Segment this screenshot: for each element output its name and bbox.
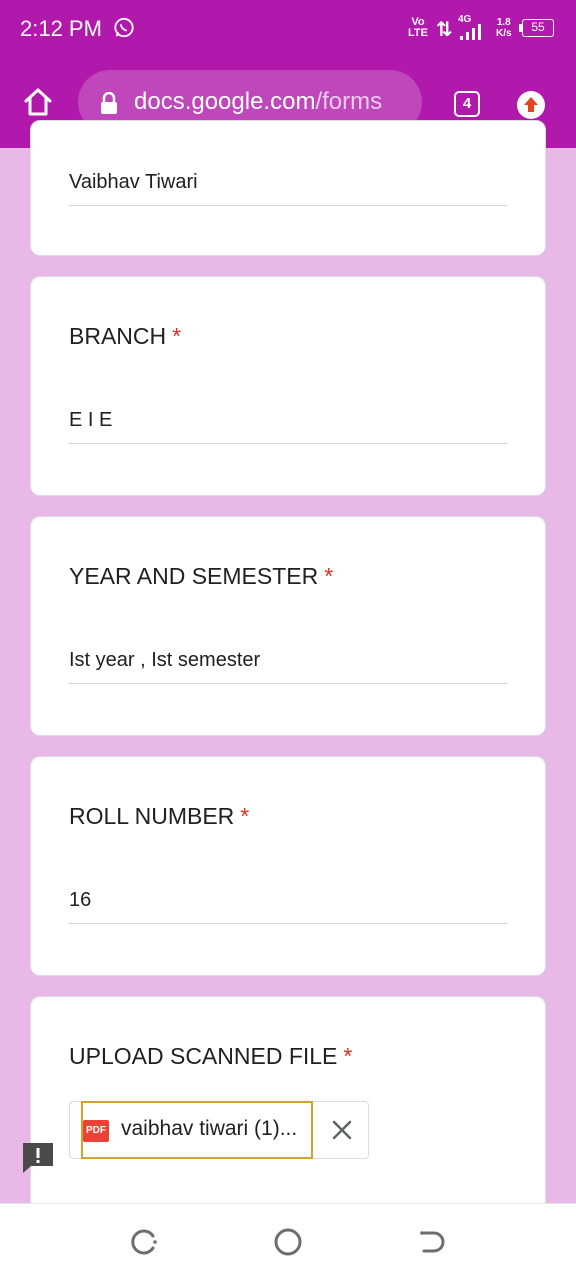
home-icon[interactable] (22, 86, 54, 118)
tab-switcher-button[interactable]: 4 (454, 91, 480, 117)
speed-unit: K/s (496, 28, 512, 39)
upload-label: UPLOAD SCANNED FILE (69, 1043, 338, 1069)
signal-icon (460, 24, 481, 40)
volte-bottom: LTE (408, 27, 428, 39)
update-arrow-icon[interactable] (516, 90, 546, 120)
roll-number-question-card: ROLL NUMBER * 16 (30, 756, 546, 976)
name-answer-text: Vaibhav Tiwari (69, 171, 198, 193)
required-asterisk: * (240, 803, 250, 829)
branch-question-title: BRANCH * (69, 323, 181, 350)
uploaded-file-link[interactable]: PDF vaibhav tiwari (1)... (81, 1101, 313, 1159)
close-icon[interactable] (330, 1118, 354, 1142)
uploaded-file-name: vaibhav tiwari (1)... (121, 1117, 298, 1140)
status-time: 2:12 PM (20, 16, 102, 41)
pdf-icon: PDF (83, 1120, 109, 1142)
upload-question-title: UPLOAD SCANNED FILE * (69, 1043, 352, 1070)
url-host: docs.google.com (134, 88, 316, 115)
name-question-card: Vaibhav Tiwari (30, 120, 546, 256)
branch-answer-text: E I E (69, 409, 113, 431)
uploaded-file-chip: PDF vaibhav tiwari (1)... (69, 1101, 369, 1159)
year-semester-question-card: YEAR AND SEMESTER * Ist year , Ist semest… (30, 516, 546, 736)
roll-number-question-title: ROLL NUMBER * (69, 803, 249, 830)
data-arrows-icon: ⇅ (436, 19, 453, 41)
name-answer-field[interactable]: Vaibhav Tiwari (69, 165, 507, 206)
url-path: /forms (315, 88, 383, 115)
recents-icon[interactable] (126, 1224, 162, 1260)
roll-number-answer-text: 16 (69, 889, 92, 911)
required-asterisk: * (324, 563, 334, 589)
year-semester-label: YEAR AND SEMESTER (69, 563, 319, 589)
system-navigation-bar (0, 1203, 576, 1281)
volte-indicator: Vo LTE (408, 17, 428, 39)
year-semester-answer-field[interactable]: Ist year , Ist semester (69, 643, 507, 684)
feedback-icon[interactable] (22, 1142, 54, 1174)
status-bar: 2:12 PM Vo LTE ⇅ 4G 1.8 K/s 55 (0, 0, 576, 60)
lock-icon (101, 92, 117, 114)
branch-answer-field[interactable]: E I E (69, 403, 507, 444)
required-asterisk: * (172, 323, 182, 349)
network-speed: 1.8 K/s (496, 17, 512, 39)
required-asterisk: * (343, 1043, 353, 1069)
battery-level: 55 (531, 20, 545, 34)
battery-icon: 55 (522, 19, 554, 37)
roll-number-label: ROLL NUMBER (69, 803, 235, 829)
upload-question-card: UPLOAD SCANNED FILE * PDF vaibhav tiwari … (30, 996, 546, 1226)
circle-home-icon[interactable] (270, 1224, 306, 1260)
back-icon[interactable] (412, 1224, 448, 1260)
url-text: docs.google.com/forms (134, 88, 382, 116)
branch-label: BRANCH (69, 323, 167, 349)
speed-value: 1.8 (496, 17, 511, 28)
year-semester-answer-text: Ist year , Ist semester (69, 649, 261, 671)
branch-question-card: BRANCH * E I E (30, 276, 546, 496)
roll-number-answer-field[interactable]: 16 (69, 883, 507, 924)
whatsapp-icon (114, 17, 134, 38)
year-semester-question-title: YEAR AND SEMESTER * (69, 563, 333, 590)
